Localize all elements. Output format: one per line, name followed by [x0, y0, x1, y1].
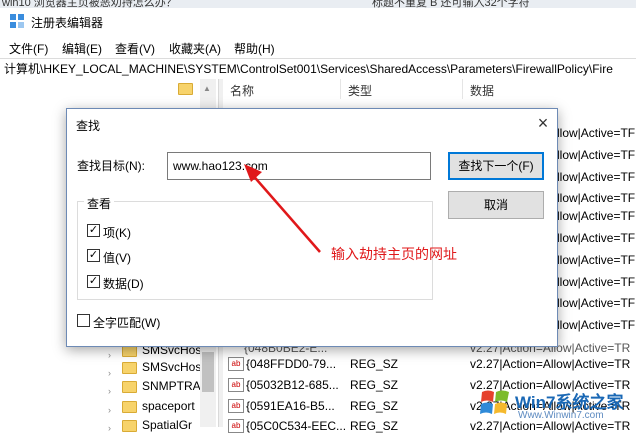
data-checkbox[interactable]: ✓: [87, 275, 100, 288]
value-type[interactable]: REG_SZ: [350, 399, 398, 413]
data-cell: llow|Active=TF: [557, 275, 636, 289]
annotation-arrow-icon: [244, 164, 321, 253]
value-type[interactable]: REG_SZ: [350, 378, 398, 392]
string-value-icon: ab: [228, 378, 244, 392]
value-type[interactable]: REG_SZ: [350, 357, 398, 371]
find-next-button[interactable]: 查找下一个(F): [448, 152, 544, 180]
watermark-url: Www.Winwin7.com: [518, 410, 604, 421]
tree-item[interactable]: spaceport: [142, 399, 195, 413]
dialog-title: 查找: [76, 119, 101, 133]
value-data[interactable]: v2.27|Action=Allow|Active=TR: [470, 357, 630, 371]
scroll-up-arrow-icon[interactable]: ▲: [203, 84, 211, 93]
column-divider[interactable]: [462, 79, 463, 99]
tree-scrollbar-thumb[interactable]: [202, 352, 214, 392]
folder-icon: [178, 83, 193, 95]
column-header-name[interactable]: 名称: [230, 82, 254, 99]
windows-logo-icon: [480, 390, 509, 414]
column-header-type[interactable]: 类型: [348, 82, 372, 99]
tree-item[interactable]: SNMPTRA: [142, 379, 201, 393]
whole-match-label[interactable]: 全字匹配(W): [93, 314, 160, 331]
find-target-label: 查找目标(N):: [77, 159, 145, 173]
folder-icon: [122, 401, 137, 413]
regedit-icon: [10, 14, 24, 28]
value-name[interactable]: {05032B12-685...: [246, 378, 339, 392]
chevron-right-icon[interactable]: ›: [108, 423, 111, 433]
string-value-icon: ab: [228, 399, 244, 413]
column-divider[interactable]: [340, 79, 341, 99]
menu-file[interactable]: 文件(F): [9, 40, 48, 57]
string-value-icon: ab: [228, 357, 244, 371]
data-cell: llow|Active=TF: [557, 170, 636, 184]
folder-icon: [122, 420, 137, 432]
background-page-strip: win10 浏览器主页被恶劝持怎么办？ 标题不重复 B 还可输入32个字符: [0, 0, 636, 8]
look-at-group-title: 查看: [84, 195, 115, 212]
value-type[interactable]: REG_SZ: [350, 419, 398, 433]
data-cell: llow|Active=TF: [557, 126, 636, 140]
window-title: 注册表编辑器: [31, 16, 104, 30]
close-icon[interactable]: ×: [532, 112, 554, 134]
data-cell: llow|Active=TF: [557, 148, 636, 162]
tree-item[interactable]: SpatialGr: [142, 418, 192, 432]
column-header-data[interactable]: 数据: [470, 82, 494, 99]
tree-item[interactable]: SMSvcHos: [142, 360, 201, 374]
keys-checkbox[interactable]: ✓: [87, 224, 100, 237]
menu-favorites[interactable]: 收藏夹(A): [169, 40, 221, 57]
annotation-text: 输入劫持主页的网址: [331, 246, 457, 262]
value-name[interactable]: {0591EA16-B5...: [246, 399, 335, 413]
data-cell: llow|Active=TF: [557, 253, 636, 267]
values-checkbox[interactable]: ✓: [87, 249, 100, 262]
whole-match-checkbox[interactable]: [77, 314, 90, 327]
folder-icon: [122, 362, 137, 374]
data-checkbox-label[interactable]: 数据(D): [103, 275, 144, 292]
chevron-right-icon[interactable]: ›: [108, 368, 111, 378]
folder-icon: [122, 381, 137, 393]
data-cell: llow|Active=TF: [557, 231, 636, 245]
chevron-right-icon[interactable]: ›: [108, 405, 111, 415]
chevron-right-icon[interactable]: ›: [108, 350, 111, 360]
chevron-right-icon[interactable]: ›: [108, 386, 111, 396]
value-name[interactable]: {05C0C534-EEC...: [246, 419, 346, 433]
menu-edit[interactable]: 编辑(E): [62, 40, 102, 57]
string-value-icon: ab: [228, 419, 244, 433]
menu-view[interactable]: 查看(V): [115, 40, 155, 57]
strip-right-text: 标题不重复 B 还可输入32个字符: [372, 0, 530, 8]
address-path[interactable]: 计算机\HKEY_LOCAL_MACHINE\SYSTEM\ControlSet…: [4, 60, 613, 77]
data-cell: llow|Active=TF: [557, 318, 636, 332]
menu-help[interactable]: 帮助(H): [234, 40, 275, 57]
cancel-button[interactable]: 取消: [448, 191, 544, 219]
values-checkbox-label[interactable]: 值(V): [103, 249, 131, 266]
data-cell: llow|Active=TF: [557, 191, 636, 205]
keys-checkbox-label[interactable]: 项(K): [103, 224, 131, 241]
strip-left-text: win10 浏览器主页被恶劝持怎么办？: [2, 0, 177, 8]
value-name[interactable]: {048FFDD0-79...: [246, 357, 336, 371]
data-cell: llow|Active=TF: [557, 296, 636, 310]
data-cell: llow|Active=TF: [557, 209, 636, 223]
